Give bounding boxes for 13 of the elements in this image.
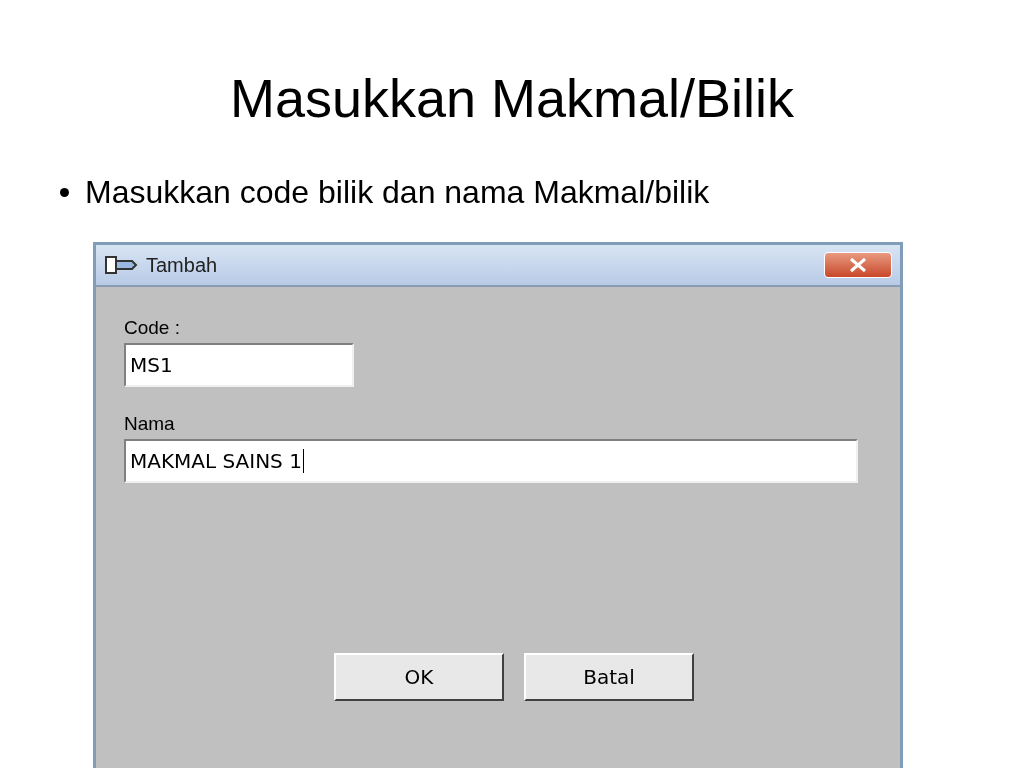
- field-label: Code :: [124, 317, 181, 339]
- slide-title: Masukkan Makmal/Bilik: [228, 67, 796, 130]
- text-field[interactable]: MAKMAL SAINS 1: [124, 439, 858, 483]
- field-label: Nama: [124, 413, 176, 435]
- close-button[interactable]: [824, 252, 892, 278]
- window-title: Tambah: [146, 253, 219, 277]
- close-icon: [848, 257, 868, 273]
- dialog-button[interactable]: Batal: [524, 653, 694, 701]
- bullet-icon: [60, 187, 69, 197]
- window-icon: [104, 253, 138, 277]
- bullet-text: Masukkan code bilik dan nama Makmal/bilik: [85, 173, 710, 212]
- dialog-button[interactable]: OK: [334, 653, 504, 701]
- text-field[interactable]: MS1: [124, 343, 354, 387]
